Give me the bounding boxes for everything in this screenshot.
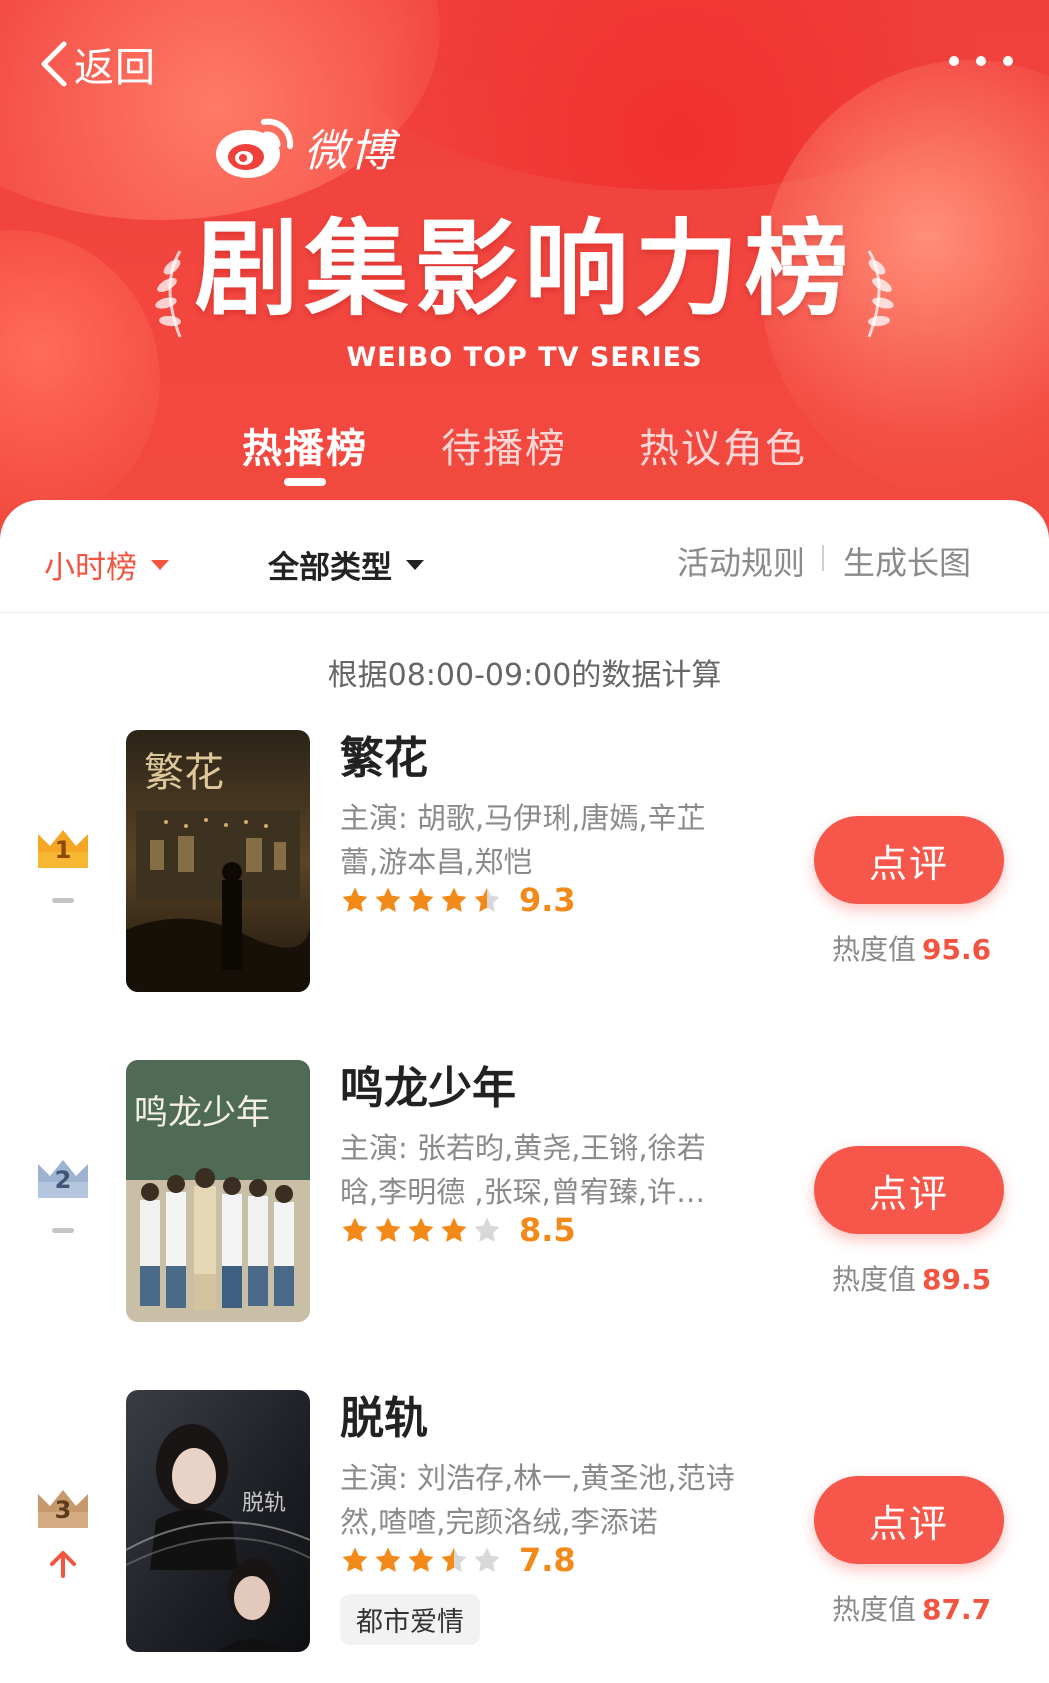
star-full-icon: [375, 1547, 401, 1572]
list-item: 2 鸣龙少年 鸣龙少年 主演: 张若昀,黄尧,王锵,徐若晗,李明德 ,张琛,曾宥…: [0, 1060, 1049, 1324]
category-label: 全部类型: [268, 550, 392, 586]
star-full-icon: [408, 1217, 434, 1242]
tab-hot-characters[interactable]: 热议角色: [639, 416, 807, 474]
svg-text:繁花: 繁花: [144, 750, 224, 796]
long-image-link[interactable]: 生成长图: [843, 538, 971, 584]
weibo-logo: 微博: [212, 112, 396, 182]
star-empty-icon: [474, 1547, 500, 1572]
rank-number: 3: [54, 1496, 72, 1524]
review-button[interactable]: 点评: [814, 1476, 1004, 1564]
star-half-icon: [474, 887, 500, 912]
rating-score: 9.3: [519, 881, 576, 919]
page-subtitle: WEIBO TOP TV SERIES: [346, 342, 703, 373]
star-full-icon: [342, 1217, 368, 1242]
period-label: 小时榜: [44, 550, 137, 586]
trend-flat-icon: [52, 1228, 74, 1233]
rank-badge: 1: [36, 826, 90, 870]
star-full-icon: [441, 887, 467, 912]
item-info: 繁花 主演: 胡歌,马伊琍,唐嫣,辛芷蕾,游本昌,郑恺 9.3: [340, 730, 740, 920]
more-dot-icon: [976, 56, 986, 66]
star-rating: [340, 1545, 505, 1575]
trend-flat-icon: [52, 898, 74, 903]
ranking-card: 小时榜 全部类型 活动规则 生成长图 根据08:00-09:00的数据计算 1: [0, 500, 1049, 1683]
heat-value: 热度值 87.7: [832, 1588, 991, 1628]
star-full-icon: [441, 1217, 467, 1242]
arrow-up-icon: [50, 1551, 76, 1578]
rating-score: 7.8: [519, 1541, 576, 1579]
star-full-icon: [408, 887, 434, 912]
heat-value: 热度值 95.6: [832, 928, 991, 968]
weibo-eye-icon: [216, 118, 294, 178]
star-rating: [340, 885, 505, 915]
heat-label: 热度值: [832, 1593, 917, 1626]
poster-art: 鸣龙少年: [126, 1060, 310, 1322]
header-banner: 返回 微博 剧集影响力榜 WEIBO TOP TV SERIES 热播榜 待播榜…: [0, 0, 1049, 540]
poster-art: 脱轨: [126, 1390, 310, 1652]
more-dot-icon: [1003, 56, 1013, 66]
data-period-note: 根据08:00-09:00的数据计算: [327, 658, 722, 693]
rank-badge: 2: [36, 1156, 90, 1200]
list-item: 1 繁花 繁花 主演: 胡歌,马伊琍,唐嫣,辛芷蕾,游本昌,郑恺 9.3 点评 …: [0, 730, 1049, 994]
list-item: 3 脱轨 脱轨 主演: 刘浩存,林一,黄圣池,范诗然,喳喳,完颜洛绒,李添诺 7…: [0, 1390, 1049, 1654]
star-half-icon: [441, 1547, 467, 1572]
rating: 7.8: [340, 1540, 740, 1580]
cast-list: 主演: 刘浩存,林一,黄圣池,范诗然,喳喳,完颜洛绒,李添诺: [340, 1461, 735, 1539]
heat-number: 95.6: [922, 933, 992, 966]
star-rating: [340, 1215, 505, 1245]
more-dot-icon: [949, 56, 959, 66]
rules-link[interactable]: 活动规则: [677, 538, 805, 584]
series-title[interactable]: 鸣龙少年: [340, 1060, 740, 1118]
rank-number: 2: [54, 1166, 72, 1194]
heat-value: 热度值 89.5: [832, 1258, 991, 1298]
heat-number: 87.7: [922, 1593, 992, 1626]
period-dropdown[interactable]: 小时榜: [44, 542, 169, 587]
poster-image[interactable]: 鸣龙少年: [126, 1060, 310, 1322]
heat-number: 89.5: [922, 1263, 992, 1296]
poster-image[interactable]: 脱轨: [126, 1390, 310, 1652]
rating: 8.5: [340, 1210, 740, 1250]
tab-now-playing[interactable]: 热播榜: [242, 416, 368, 474]
caret-down-icon: [151, 559, 169, 570]
series-title[interactable]: 脱轨: [340, 1390, 740, 1448]
star-full-icon: [342, 1547, 368, 1572]
star-empty-icon: [474, 1217, 500, 1242]
rating: 9.3: [340, 880, 740, 920]
back-label: 返回: [74, 45, 156, 91]
back-button[interactable]: 返回: [36, 36, 156, 92]
genre-tag[interactable]: 都市爱情: [340, 1594, 480, 1645]
more-menu-button[interactable]: [949, 48, 1013, 74]
rank-badge: 3: [36, 1486, 90, 1530]
category-dropdown[interactable]: 全部类型: [268, 542, 424, 587]
cast-list: 主演: 张若昀,黄尧,王锵,徐若晗,李明德 ,张琛,曾宥臻,许…: [340, 1131, 706, 1209]
poster-art: 繁花: [126, 730, 310, 992]
star-full-icon: [408, 1547, 434, 1572]
brand-name: 微博: [304, 126, 396, 177]
star-full-icon: [375, 887, 401, 912]
review-button[interactable]: 点评: [814, 816, 1004, 904]
review-button[interactable]: 点评: [814, 1146, 1004, 1234]
active-tab-indicator: [284, 478, 326, 486]
caret-down-icon: [406, 559, 424, 570]
heat-label: 热度值: [832, 933, 917, 966]
rank-number: 1: [54, 836, 72, 864]
heat-label: 热度值: [832, 1263, 917, 1296]
wheat-right-icon: [867, 250, 894, 338]
filter-bar: 小时榜 全部类型 活动规则 生成长图: [0, 500, 1049, 613]
tab-upcoming[interactable]: 待播榜: [441, 416, 567, 474]
poster-image[interactable]: 繁花: [126, 730, 310, 992]
star-full-icon: [342, 887, 368, 912]
item-info: 鸣龙少年 主演: 张若昀,黄尧,王锵,徐若晗,李明德 ,张琛,曾宥臻,许… 8.…: [340, 1060, 740, 1250]
divider: [822, 545, 824, 571]
chevron-left-icon: [41, 41, 67, 87]
ranking-tabs: 热播榜 待播榜 热议角色: [0, 416, 1049, 486]
item-info: 脱轨 主演: 刘浩存,林一,黄圣池,范诗然,喳喳,完颜洛绒,李添诺 7.8 都市…: [340, 1390, 740, 1645]
rating-score: 8.5: [519, 1211, 576, 1249]
svg-text:鸣龙少年: 鸣龙少年: [134, 1093, 270, 1133]
svg-text:脱轨: 脱轨: [242, 1491, 286, 1516]
star-full-icon: [375, 1217, 401, 1242]
series-title[interactable]: 繁花: [340, 730, 740, 788]
cast-list: 主演: 胡歌,马伊琍,唐嫣,辛芷蕾,游本昌,郑恺: [340, 801, 706, 879]
